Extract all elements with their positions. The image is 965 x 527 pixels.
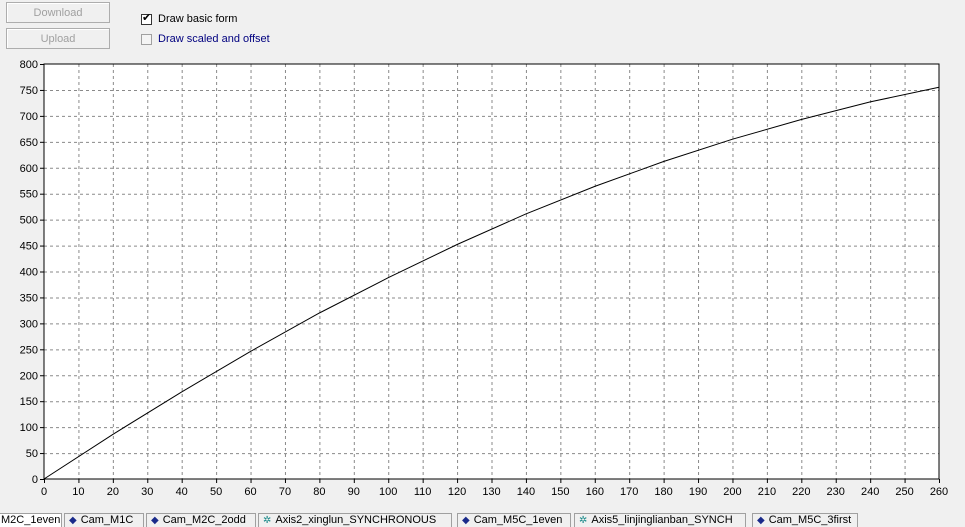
x-tick-label: 100 (379, 486, 397, 498)
x-tick-label: 140 (517, 486, 535, 498)
x-tick-label: 110 (414, 486, 432, 498)
axis-icon: ✲ (579, 515, 588, 526)
y-tick-label: 250 (20, 344, 38, 356)
y-tick-label: 400 (20, 267, 38, 279)
tab-strip: M2C_1even ◆ Cam_M1C ◆ Cam_M2C_2odd ✲ Axi… (0, 513, 965, 527)
tab-cam-m2c-2odd[interactable]: ◆ Cam_M2C_2odd (146, 513, 256, 527)
y-tick-label: 50 (26, 448, 38, 460)
cam-icon: ◆ (462, 515, 470, 526)
y-tick-label: 650 (20, 137, 38, 149)
x-tick-label: 190 (689, 486, 707, 498)
x-tick-label: 70 (279, 486, 291, 498)
x-tick-label: 40 (176, 486, 188, 498)
y-tick-label: 300 (20, 318, 38, 330)
tab-m2c-1even[interactable]: M2C_1even (0, 513, 62, 527)
cam-profile-chart: 0 10 20 30 40 50 60 70 80 90 100 110 120 130 140 150 160… (20, 59, 949, 498)
x-tick-label: 260 (930, 486, 948, 498)
y-tick-label: 100 (20, 422, 38, 434)
x-tick-label: 90 (348, 486, 360, 498)
draw-scaled-offset-checkbox[interactable] (141, 33, 152, 45)
y-tick-label: 350 (20, 292, 38, 304)
y-tick-label: 750 (20, 85, 38, 97)
download-button[interactable]: Download (6, 2, 110, 23)
y-tick-label: 700 (20, 111, 38, 123)
draw-scaled-offset-option[interactable]: Draw scaled and offset (141, 32, 270, 46)
tab-label: M2C_1even (1, 514, 61, 526)
x-tick-label: 220 (792, 486, 810, 498)
draw-basic-form-label: Draw basic form (158, 13, 238, 25)
x-tick-label: 170 (620, 486, 638, 498)
tab-label: Axis5_linjinglianban_SYNCH (591, 514, 733, 526)
x-tick-label: 130 (482, 486, 500, 498)
y-tick-label: 450 (20, 241, 38, 253)
tab-cam-m1c[interactable]: ◆ Cam_M1C (64, 513, 144, 527)
draw-basic-form-checkbox[interactable]: ✔ (141, 11, 152, 25)
x-tick-label: 200 (723, 486, 741, 498)
y-tick-label: 150 (20, 396, 38, 408)
axis-icon: ✲ (263, 515, 272, 526)
x-tick-label: 0 (41, 486, 47, 498)
draw-scaled-offset-label: Draw scaled and offset (158, 33, 270, 45)
x-tick-label: 120 (448, 486, 466, 498)
tab-label: Cam_M1C (80, 514, 134, 526)
tab-cam-m5c-1even[interactable]: ◆ Cam_M5C_1even (457, 513, 571, 527)
x-tick-label: 240 (861, 486, 879, 498)
x-tick-label: 10 (72, 486, 84, 498)
cam-icon: ◆ (69, 515, 77, 526)
x-tick-label: 180 (654, 486, 672, 498)
draw-basic-form-option[interactable]: ✔ Draw basic form (141, 12, 237, 26)
y-tick-label: 500 (20, 215, 38, 227)
upload-button[interactable]: Upload (6, 28, 110, 49)
tab-axis2-xinglun[interactable]: ✲ Axis2_xinglun_SYNCHRONOUS (258, 513, 452, 527)
x-tick-label: 150 (551, 486, 569, 498)
cam-icon: ◆ (151, 515, 159, 526)
y-tick-label: 600 (20, 163, 38, 175)
x-tick-label: 80 (313, 486, 325, 498)
tab-label: Cam_M2C_2odd (162, 514, 246, 526)
x-tick-label: 210 (758, 486, 776, 498)
tab-label: Cam_M5C_1even (473, 514, 563, 526)
x-tick-label: 250 (895, 486, 913, 498)
x-tick-label: 20 (107, 486, 119, 498)
x-tick-label: 50 (210, 486, 222, 498)
y-tick-label: 800 (20, 59, 38, 71)
y-tick-label: 200 (20, 370, 38, 382)
tab-cam-m5c-3first[interactable]: ◆ Cam_M5C_3first (752, 513, 858, 527)
x-tick-label: 60 (244, 486, 256, 498)
tab-axis5-linjinglianban[interactable]: ✲ Axis5_linjinglianban_SYNCH (574, 513, 746, 527)
tab-label: Cam_M5C_3first (768, 514, 852, 526)
tab-label: Axis2_xinglun_SYNCHRONOUS (275, 514, 437, 526)
y-tick-label: 0 (32, 474, 38, 486)
y-tick-label: 550 (20, 189, 38, 201)
x-tick-label: 160 (586, 486, 604, 498)
x-tick-label: 230 (827, 486, 845, 498)
checkmark-icon: ✔ (142, 11, 152, 24)
x-tick-label: 30 (141, 486, 153, 498)
cam-icon: ◆ (757, 515, 765, 526)
